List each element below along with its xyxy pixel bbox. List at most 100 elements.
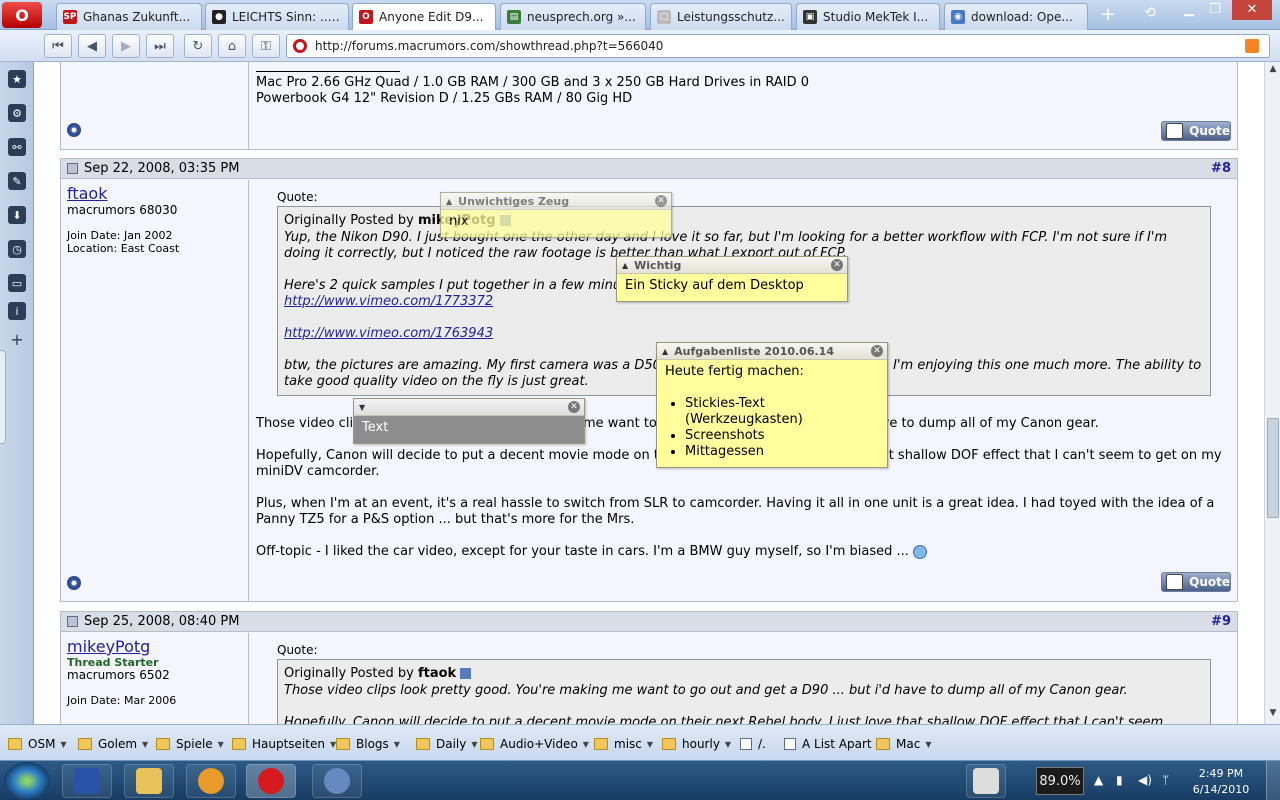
- battery-icon[interactable]: ▮: [1116, 773, 1123, 787]
- chevron-down-icon[interactable]: ▼: [583, 740, 589, 749]
- taskbar-notes[interactable]: [966, 764, 1006, 798]
- panel-resize-handle[interactable]: [0, 350, 6, 444]
- bookmarks-panel-icon[interactable]: ★: [8, 70, 26, 88]
- add-panel-icon[interactable]: +: [8, 330, 26, 349]
- bookmark-link[interactable]: /.: [740, 735, 766, 753]
- sticky-header[interactable]: ▲ Aufgabenliste 2010.06.14 ✕: [657, 343, 887, 360]
- history-panel-icon[interactable]: ◷: [8, 240, 26, 258]
- sticky-note-unwichtig[interactable]: ▲ Unwichtiges Zeug ✕ nix: [440, 192, 672, 238]
- home-button[interactable]: ⌂: [218, 34, 246, 58]
- close-window-button[interactable]: ✕: [1232, 0, 1272, 20]
- widgets-panel-icon[interactable]: ⚙: [8, 104, 26, 122]
- vimeo-link[interactable]: http://www.vimeo.com/1773372: [284, 294, 493, 309]
- chevron-down-icon[interactable]: ▼: [60, 740, 66, 749]
- chevron-down-icon[interactable]: ▼: [394, 740, 400, 749]
- view-post-icon[interactable]: [460, 668, 472, 679]
- taskbar-opera[interactable]: [246, 764, 296, 798]
- bookmark-link[interactable]: A List Apart: [784, 735, 872, 753]
- chevron-down-icon[interactable]: ▼: [218, 740, 224, 749]
- tab[interactable]: ▤ neusprech.org »...: [500, 3, 646, 30]
- taskbar-save-app[interactable]: [62, 764, 112, 798]
- sticky-note-aufgabenliste[interactable]: ▲ Aufgabenliste 2010.06.14 ✕ Heute fertig …: [656, 342, 888, 468]
- sticky-header[interactable]: ▲ Wichtig ✕: [617, 257, 847, 274]
- restore-button[interactable]: ❐: [1202, 0, 1228, 20]
- tray-expand-icon[interactable]: ▲: [1094, 773, 1103, 787]
- username-link[interactable]: ftaok: [67, 184, 107, 203]
- quote-button[interactable]: Quote: [1161, 572, 1231, 592]
- scroll-down-icon[interactable]: ▼: [1267, 708, 1279, 720]
- scrollbar-thumb[interactable]: [1267, 418, 1279, 518]
- sticky-text[interactable]: nix: [441, 210, 671, 233]
- sticky-note-wichtig[interactable]: ▲ Wichtig ✕ Ein Sticky auf dem Desktop: [616, 256, 848, 302]
- address-bar[interactable]: http://forums.macrumors.com/showthread.p…: [286, 34, 1270, 58]
- back-button[interactable]: ◀: [78, 34, 106, 58]
- taskbar-explorer[interactable]: [124, 764, 174, 798]
- tab[interactable]: ◉ download: Ope...: [944, 3, 1088, 30]
- bookmark-folder[interactable]: Hauptseiten ▼: [232, 735, 336, 753]
- collapse-icon[interactable]: ▲: [446, 197, 452, 206]
- bookmark-folder[interactable]: Blogs ▼: [336, 735, 400, 753]
- bookmark-folder[interactable]: Mac ▼: [876, 735, 931, 753]
- bookmark-folder[interactable]: Golem ▼: [78, 735, 148, 753]
- tab[interactable]: ● LEICHTS Sinn: ......: [205, 3, 349, 30]
- quote-button[interactable]: Quote: [1161, 121, 1231, 141]
- downloads-panel-icon[interactable]: ⬇: [8, 206, 26, 224]
- close-icon[interactable]: ✕: [831, 259, 843, 271]
- bookmark-folder[interactable]: Spiele ▼: [156, 735, 224, 753]
- sticky-header[interactable]: ▲ Unwichtiges Zeug ✕: [441, 193, 671, 210]
- bookmark-folder[interactable]: Daily ▼: [416, 735, 478, 753]
- rss-feed-icon[interactable]: [1245, 39, 1259, 53]
- show-desktop-button[interactable]: [1266, 761, 1280, 800]
- vertical-scrollbar[interactable]: ▲ ▼: [1264, 62, 1280, 724]
- zoom-level[interactable]: 89.0%: [1036, 767, 1084, 795]
- sticky-text[interactable]: Text: [354, 416, 584, 439]
- start-button[interactable]: [4, 762, 50, 800]
- network-icon[interactable]: ᛘ: [1162, 773, 1169, 787]
- taskbar-thunderbird[interactable]: [312, 764, 362, 798]
- chevron-down-icon[interactable]: ▼: [925, 740, 931, 749]
- chevron-down-icon[interactable]: ▼: [471, 740, 477, 749]
- bookmark-folder[interactable]: OSM ▼: [8, 735, 67, 753]
- rewind-icon[interactable]: ⏮: [44, 34, 72, 58]
- new-tab-button[interactable]: +: [1098, 5, 1118, 25]
- chevron-down-icon[interactable]: ▼: [725, 740, 731, 749]
- tab[interactable]: SP Ghanas Zukunft...: [56, 3, 202, 30]
- unite-panel-icon[interactable]: ⚯: [8, 138, 26, 156]
- info-panel-icon[interactable]: i: [8, 302, 26, 320]
- post-number[interactable]: #9: [1211, 614, 1231, 629]
- close-icon[interactable]: ✕: [568, 401, 580, 413]
- minimize-button[interactable]: ▁: [1176, 0, 1202, 20]
- sticky-header[interactable]: ▼ ✕: [354, 399, 584, 416]
- chevron-down-icon[interactable]: ▼: [647, 740, 653, 749]
- forward-button[interactable]: ▶: [112, 34, 140, 58]
- chevron-down-icon[interactable]: ▼: [142, 740, 148, 749]
- notes-panel-icon[interactable]: ✎: [8, 172, 26, 190]
- username-link[interactable]: mikeyPotg: [67, 637, 150, 656]
- reload-button[interactable]: ↻: [184, 34, 212, 58]
- bookmark-folder[interactable]: misc ▼: [594, 735, 653, 753]
- bookmark-folder[interactable]: Audio+Video ▼: [480, 735, 589, 753]
- close-icon[interactable]: ✕: [655, 195, 667, 207]
- sticky-text[interactable]: Heute fertig machen: Stickies-Text (Werk…: [657, 360, 887, 464]
- opera-menu-button[interactable]: O: [2, 2, 42, 28]
- tab[interactable]: ▢ Leistungsschutz...: [650, 3, 792, 30]
- scroll-up-icon[interactable]: ▲: [1267, 64, 1279, 76]
- links-panel-icon[interactable]: ▭: [8, 274, 26, 292]
- sticky-text[interactable]: Ein Sticky auf dem Desktop: [617, 274, 847, 297]
- post-number[interactable]: #8: [1211, 161, 1231, 176]
- expand-icon[interactable]: ▼: [359, 403, 365, 412]
- bookmark-folder[interactable]: hourly ▼: [662, 735, 731, 753]
- taskbar-app[interactable]: [186, 764, 236, 798]
- sticky-note-text[interactable]: ▼ ✕ Text: [353, 398, 585, 444]
- collapse-icon[interactable]: ▲: [622, 261, 628, 270]
- wand-key-icon[interactable]: ⚿: [252, 34, 280, 58]
- fast-forward-icon[interactable]: ⏭: [146, 34, 174, 58]
- collapse-icon[interactable]: ▲: [662, 347, 668, 356]
- vimeo-link[interactable]: http://www.vimeo.com/1763943: [284, 326, 493, 341]
- close-icon[interactable]: ✕: [871, 345, 883, 357]
- closed-tabs-icon[interactable]: ⟲: [1140, 5, 1160, 25]
- volume-icon[interactable]: ◀): [1138, 773, 1152, 787]
- tab[interactable]: ▣ Studio MekTek I...: [796, 3, 940, 30]
- tab[interactable]: O Anyone Edit D9...: [352, 3, 496, 30]
- clock[interactable]: 2:49 PM 6/14/2010: [1188, 766, 1254, 798]
